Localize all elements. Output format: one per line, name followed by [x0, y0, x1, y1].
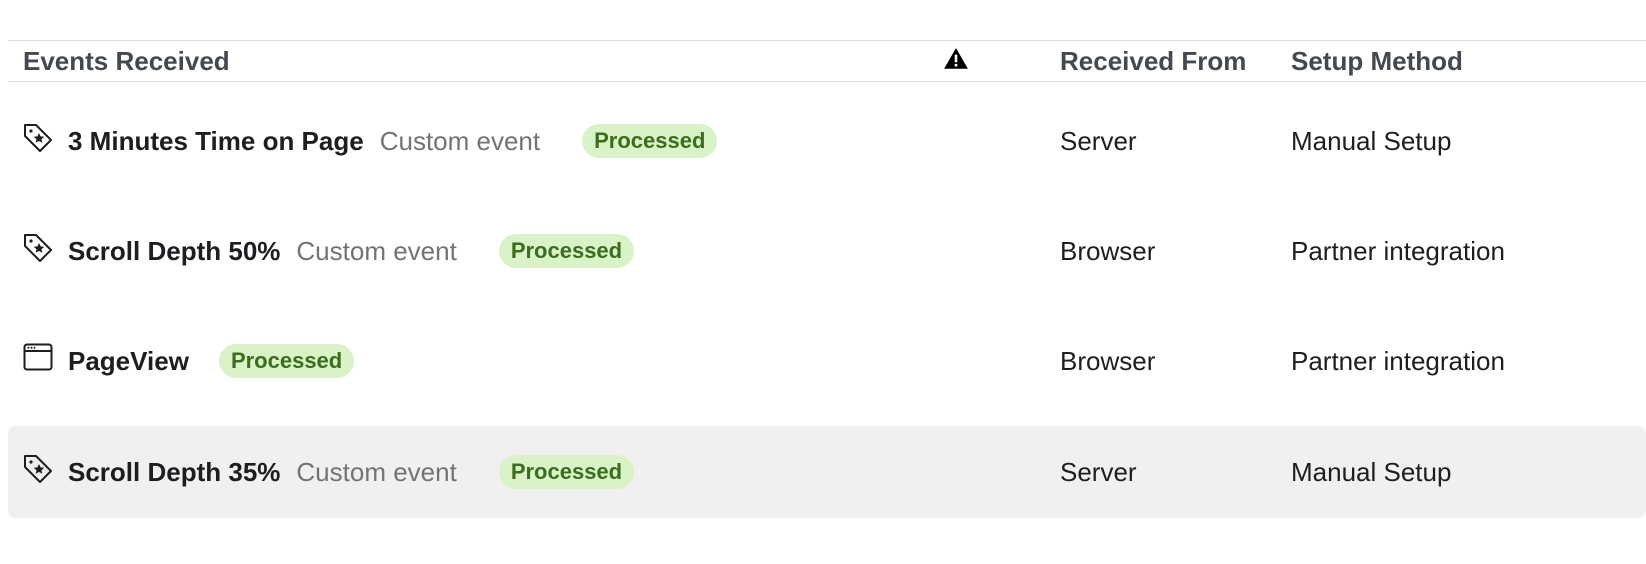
table-row[interactable]: 3 Minutes Time on Page Custom event Proc…	[8, 95, 1646, 187]
header-received-from[interactable]: Received From	[1060, 41, 1246, 81]
event-name[interactable]: PageView	[68, 346, 189, 377]
event-cell: 3 Minutes Time on Page Custom event Proc…	[22, 95, 718, 187]
events-table: Events Received Received From Setup Meth…	[8, 40, 1646, 518]
received-from-cell: Server	[1060, 125, 1137, 156]
browser-window-icon	[22, 341, 54, 373]
event-type: Custom event	[296, 235, 457, 266]
warning-triangle-icon[interactable]	[943, 46, 969, 72]
setup-method-cell: Partner integration	[1291, 345, 1505, 376]
status-badge: Processed	[582, 124, 718, 158]
table-row[interactable]: Scroll Depth 35% Custom event Processed …	[8, 426, 1646, 518]
custom-event-tag-icon	[22, 121, 54, 153]
custom-event-tag-icon	[22, 452, 54, 484]
status-badge: Processed	[498, 234, 635, 268]
event-cell: Scroll Depth 35% Custom event Processed	[22, 426, 635, 518]
received-from-cell: Server	[1060, 456, 1137, 487]
event-type: Custom event	[379, 125, 541, 156]
header-events-received[interactable]: Events Received	[23, 41, 230, 81]
table-row[interactable]: PageView Processed Browser Partner integ…	[8, 315, 1646, 407]
event-cell: PageView Processed	[22, 315, 355, 407]
event-type: Custom event	[296, 456, 457, 487]
status-badge: Processed	[218, 344, 355, 378]
event-name[interactable]: Scroll Depth 35%	[68, 457, 280, 488]
header-setup-method[interactable]: Setup Method	[1291, 41, 1463, 81]
table-row[interactable]: Scroll Depth 50% Custom event Processed …	[8, 205, 1646, 297]
event-name[interactable]: 3 Minutes Time on Page	[68, 126, 364, 157]
setup-method-cell: Manual Setup	[1291, 456, 1452, 487]
table-header: Events Received Received From Setup Meth…	[8, 40, 1646, 82]
received-from-cell: Browser	[1060, 345, 1156, 376]
status-badge: Processed	[498, 455, 635, 489]
received-from-cell: Browser	[1060, 235, 1156, 266]
setup-method-cell: Manual Setup	[1291, 125, 1452, 156]
event-name[interactable]: Scroll Depth 50%	[68, 236, 280, 267]
setup-method-cell: Partner integration	[1291, 235, 1505, 266]
custom-event-tag-icon	[22, 231, 54, 263]
event-cell: Scroll Depth 50% Custom event Processed	[22, 205, 635, 297]
